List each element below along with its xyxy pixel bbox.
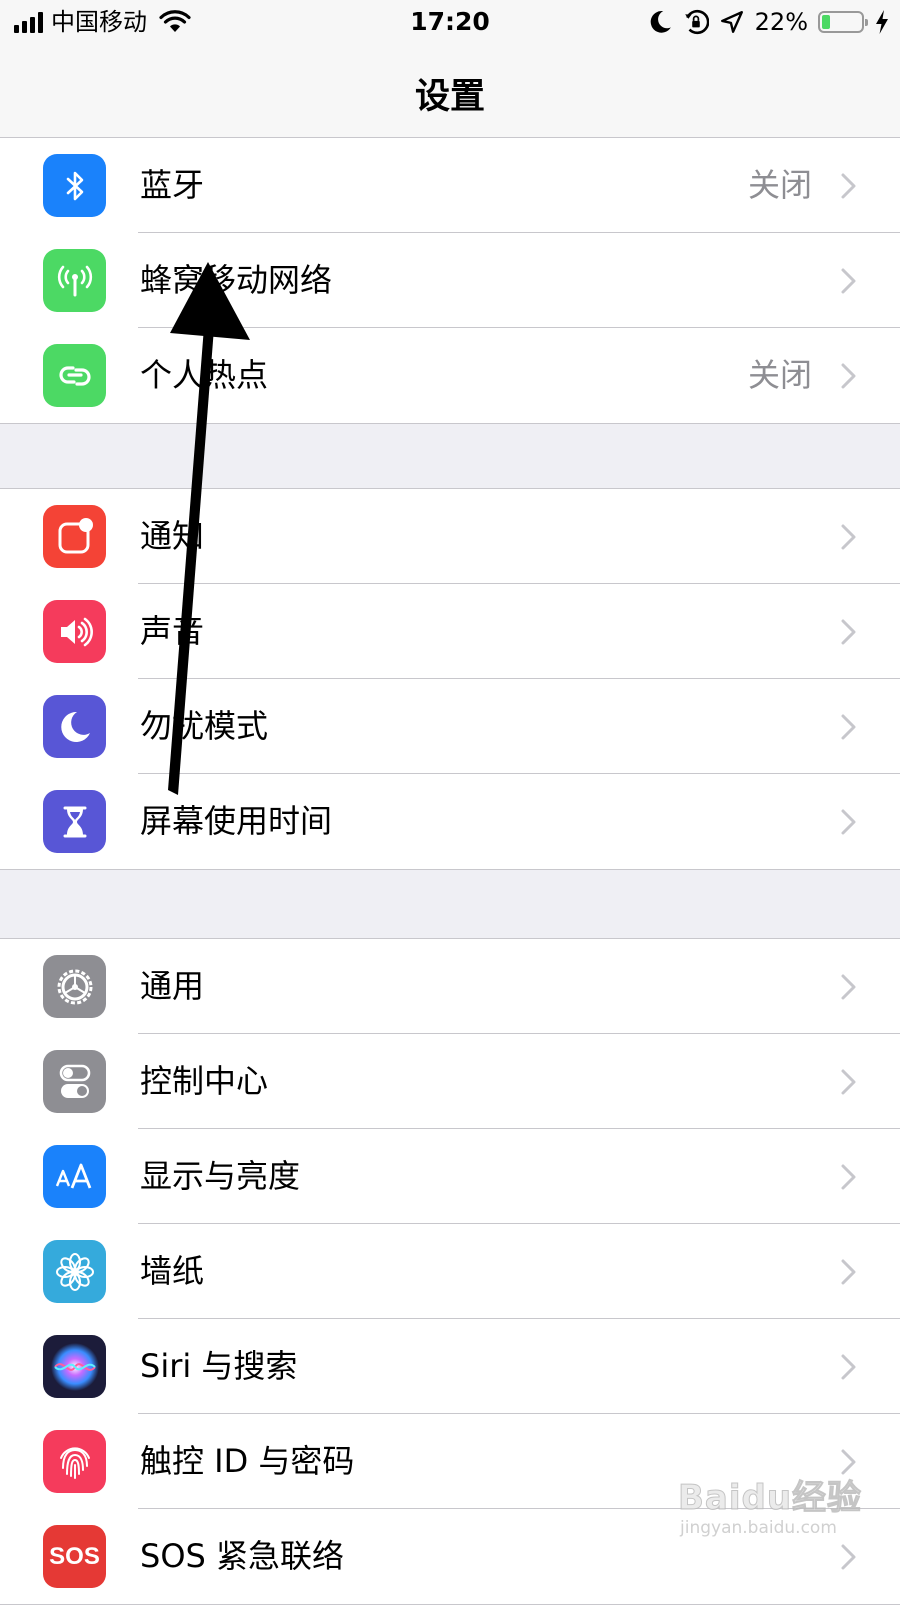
speaker-icon [43,600,106,663]
chevron-right-icon [841,173,856,199]
moon-icon [43,695,106,758]
chevron-right-icon [841,619,856,645]
text-size-icon [43,1145,106,1208]
settings-row-general[interactable]: 通用 [0,939,900,1034]
chevron-right-icon [841,1164,856,1190]
settings-row-sounds[interactable]: 声音 [0,584,900,679]
chevron-right-icon [841,714,856,740]
battery-cap [865,19,868,26]
row-label: 勿扰模式 [140,707,269,745]
flower-icon [43,1240,106,1303]
row-value: 关闭 [747,166,812,204]
settings-row-control-center[interactable]: 控制中心 [0,1034,900,1129]
toggles-icon [43,1050,106,1113]
page-title: 设置 [414,77,485,117]
settings-row-emergency-sos[interactable]: SOS SOS 紧急联络 [0,1509,900,1604]
settings-row-notifications[interactable]: 通知 [0,489,900,584]
row-label: 显示与亮度 [140,1157,301,1195]
sos-icon: SOS [43,1525,106,1588]
settings-group-general: 通用 控制中心 显示与亮度 墙纸 Siri 与搜索 触控 ID 与密码 SOS … [0,938,900,1605]
row-value: 关闭 [747,356,812,394]
settings-group-notifications: 通知 声音 勿扰模式 屏幕使用时间 [0,488,900,870]
hotspot-link-icon [43,344,106,407]
row-label: 通用 [140,967,205,1005]
settings-row-display[interactable]: 显示与亮度 [0,1129,900,1224]
settings-row-hotspot[interactable]: 个人热点 关闭 [0,328,900,423]
navigation-bar: 设置 [0,46,900,139]
chevron-right-icon [841,1449,856,1475]
row-label: Siri 与搜索 [140,1347,298,1385]
settings-group-connectivity: 蓝牙 关闭 蜂窝移动网络 个人热点 关闭 [0,137,900,424]
gear-icon [43,955,106,1018]
row-label: SOS 紧急联络 [140,1537,344,1575]
chevron-right-icon [841,268,856,294]
chevron-right-icon [841,1354,856,1380]
chevron-right-icon [841,1259,856,1285]
settings-row-siri[interactable]: Siri 与搜索 [0,1319,900,1414]
fingerprint-icon [43,1430,106,1493]
orientation-lock-icon [684,9,709,35]
row-label: 触控 ID 与密码 [140,1442,355,1480]
chevron-right-icon [841,1544,856,1570]
battery-fill [822,15,830,29]
settings-row-wallpaper[interactable]: 墙纸 [0,1224,900,1319]
bluetooth-icon [43,154,106,217]
cellular-signal-icon [14,11,43,33]
chevron-right-icon [841,524,856,550]
status-right: 22% [647,6,890,38]
chevron-right-icon [841,1069,856,1095]
row-label: 个人热点 [140,356,269,394]
chevron-right-icon [841,974,856,1000]
siri-icon [43,1335,106,1398]
sos-icon-text: SOS [49,1542,100,1570]
status-bar: 中国移动 17:20 22% [0,0,900,46]
settings-row-do-not-disturb[interactable]: 勿扰模式 [0,679,900,774]
row-label: 控制中心 [140,1062,269,1100]
status-left: 中国移动 [14,6,191,38]
cellular-antenna-icon [43,249,106,312]
carrier-name: 中国移动 [51,8,147,36]
chevron-right-icon [841,809,856,835]
wifi-icon [159,10,191,32]
row-label: 通知 [140,517,205,555]
charging-bolt-icon [876,10,888,34]
notification-icon [43,505,106,568]
row-label: 屏幕使用时间 [140,802,333,840]
row-label: 蜂窝移动网络 [140,261,333,299]
battery-percent: 22% [754,8,808,36]
location-arrow-icon [720,11,743,33]
settings-row-bluetooth[interactable]: 蓝牙 关闭 [0,138,900,233]
chevron-right-icon [841,363,856,389]
settings-row-screen-time[interactable]: 屏幕使用时间 [0,774,900,869]
row-label: 蓝牙 [140,166,205,204]
moon-icon [650,11,671,33]
row-label: 声音 [140,612,205,650]
hourglass-icon [43,790,106,853]
settings-row-touch-id[interactable]: 触控 ID 与密码 [0,1414,900,1509]
row-label: 墙纸 [140,1252,205,1290]
battery-icon [818,11,868,33]
settings-row-cellular[interactable]: 蜂窝移动网络 [0,233,900,328]
